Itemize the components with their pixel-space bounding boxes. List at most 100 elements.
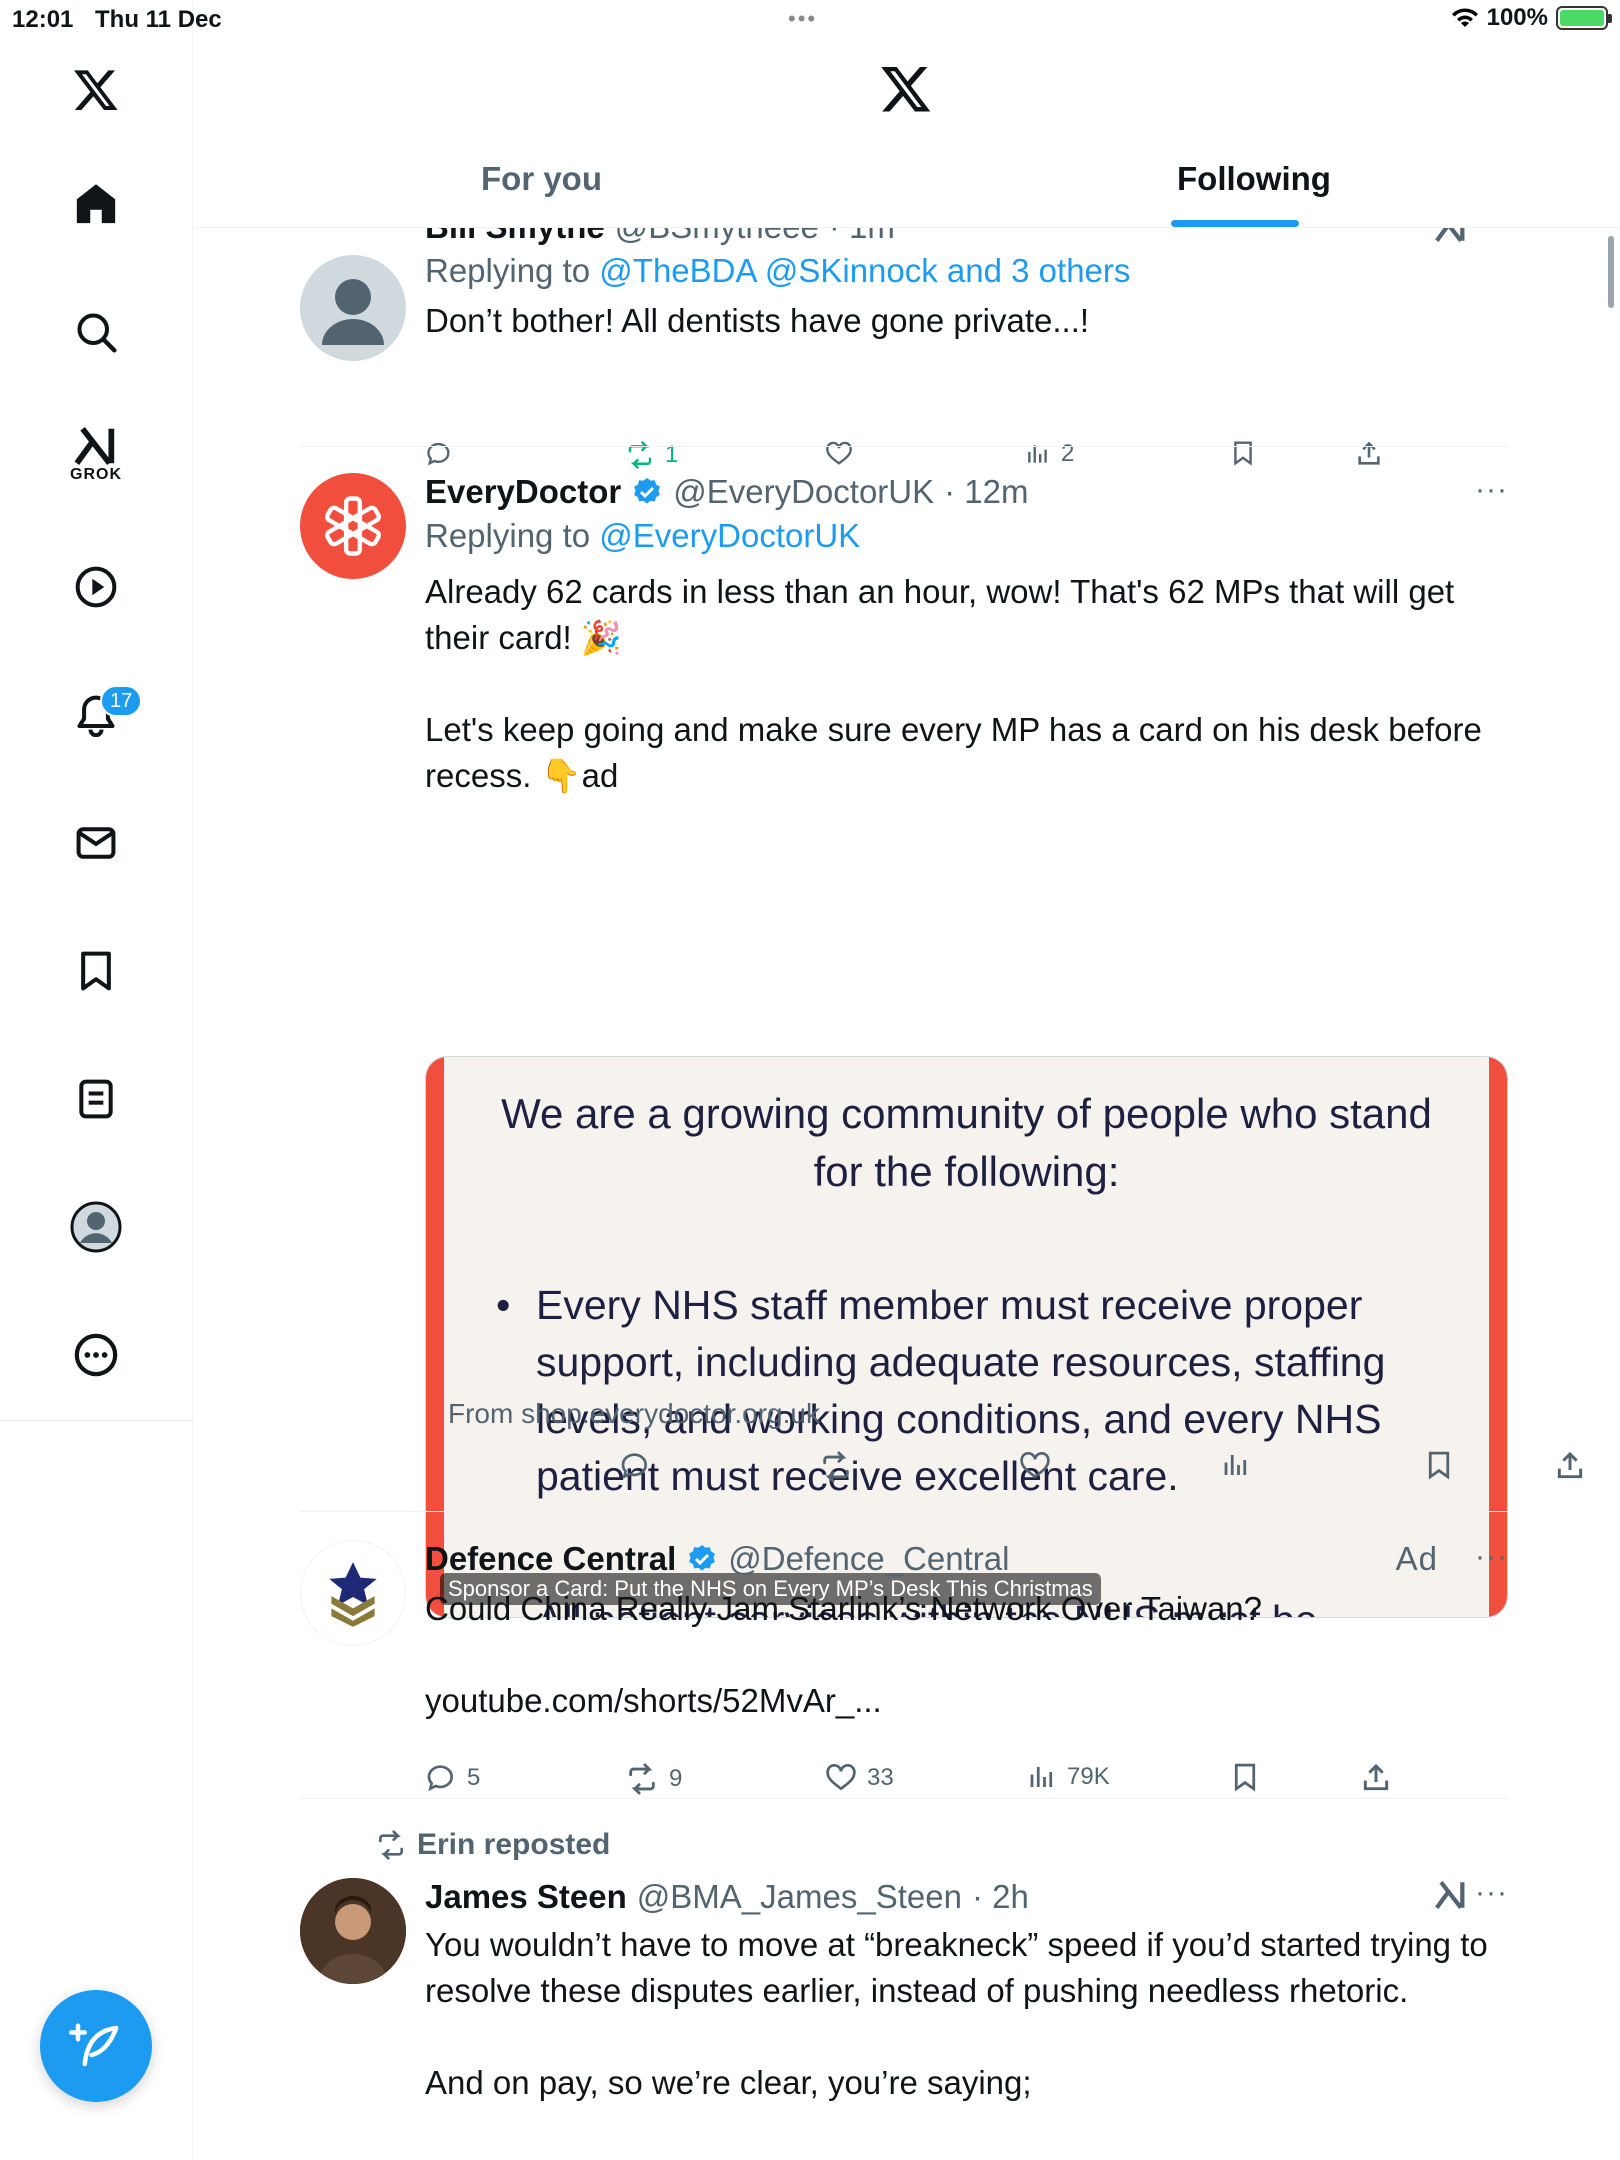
notifications-badge: 17 (100, 685, 143, 717)
heart-icon (826, 441, 852, 465)
tab-for-you[interactable]: For you (481, 160, 602, 198)
reply-button[interactable]: 5 (425, 1762, 480, 1794)
tweet[interactable]: Defence Central @Defence_Central Could C… (300, 1540, 1508, 1800)
retweet-icon (379, 1830, 403, 1860)
replying-prefix: Replying to (425, 517, 591, 554)
card-source[interactable]: From shop.everydoctor.org.uk (448, 1398, 820, 1430)
more-icon[interactable]: ··· (1475, 1540, 1508, 1574)
video-icon[interactable] (66, 557, 126, 617)
tweet-link[interactable]: youtube.com/shorts/52MvAr_... (425, 1678, 1508, 1724)
views-button[interactable] (1221, 1450, 1251, 1480)
avatar[interactable] (300, 255, 406, 361)
tweet-time: · 12m (944, 473, 1029, 510)
sidebar: GROK 17 (0, 0, 193, 2160)
author-name[interactable]: Bill Smythe (425, 228, 605, 246)
reply-button[interactable] (619, 1450, 651, 1482)
multitask-dots[interactable]: ••• (788, 6, 817, 32)
author-name[interactable]: EveryDoctor (425, 473, 621, 511)
share-button[interactable] (1554, 1450, 1586, 1482)
reposted-by[interactable]: Erin reposted (417, 1828, 610, 1862)
grok-icon[interactable]: GROK (66, 425, 126, 485)
reply-button[interactable] (425, 440, 453, 468)
profile-avatar-icon[interactable] (66, 1197, 126, 1257)
tweet-separator (300, 1798, 1508, 1799)
more-options-icon[interactable] (66, 1325, 126, 1385)
tweet-meta: Bill Smythe @BSmytheee · 1m (425, 228, 1508, 246)
tweet-text: Could China Really Jam Starlink’s Networ… (425, 1590, 1262, 1627)
tweet-separator (300, 1511, 1508, 1512)
x-logo-icon[interactable] (66, 60, 126, 120)
grok-icon[interactable] (1434, 1880, 1468, 1918)
tweet-text: Don’t bother! All dentists have gone pri… (425, 302, 1090, 339)
views-button[interactable]: 79K (1027, 1762, 1110, 1792)
replying-prefix: Replying to (425, 252, 591, 289)
like-count: 33 (867, 1764, 894, 1791)
author-handle[interactable]: @EveryDoctorUK (673, 473, 934, 511)
tweet-text: And on pay, so we’re clear, you’re sayin… (425, 2064, 1032, 2101)
more-icon[interactable]: ··· (1475, 228, 1508, 242)
share-button[interactable] (1355, 440, 1383, 468)
tweet-body: EveryDoctor @EveryDoctorUK · 12m Replyin… (425, 473, 1508, 799)
tweet[interactable]: EveryDoctor @EveryDoctorUK · 12m Replyin… (300, 473, 1508, 1618)
home-icon[interactable] (66, 174, 126, 234)
bookmarks-icon[interactable] (66, 941, 126, 1001)
author-name[interactable]: James Steen (425, 1878, 627, 1916)
tweet-text: Let's keep going and make sure every MP … (425, 711, 1482, 794)
grok-icon[interactable] (1434, 228, 1468, 251)
retweet-button[interactable] (819, 1450, 853, 1484)
tweet-time: · 2h (971, 1878, 1029, 1915)
share-icon (1363, 1763, 1389, 1791)
status-right: 100% (1451, 4, 1612, 32)
search-icon[interactable] (66, 302, 126, 362)
link-card[interactable]: We are a growing community of people who… (425, 1056, 1508, 1618)
tab-following[interactable]: Following (1177, 160, 1331, 198)
replying-to-link[interactable]: @EveryDoctorUK (599, 517, 860, 554)
tweet-separator (300, 446, 1508, 447)
retweet-icon (823, 1451, 849, 1483)
like-button[interactable] (825, 440, 853, 468)
bookmark-button[interactable] (1424, 1450, 1454, 1480)
grok-label: GROK (70, 466, 122, 483)
compose-icon (69, 2023, 119, 2067)
retweet-button[interactable]: 1 (625, 440, 678, 470)
author-handle[interactable]: @BSmytheee (615, 228, 819, 246)
retweet-count: 9 (669, 1765, 683, 1792)
author-handle[interactable]: @Defence_Central (728, 1540, 1009, 1578)
tweet-meta: EveryDoctor @EveryDoctorUK · 12m (425, 473, 1508, 511)
replying-to-link[interactable]: @TheBDA @SKinnock and 3 others (599, 252, 1130, 289)
tweet[interactable]: Erin reposted James Steen @BMA_James_Ste… (300, 1828, 1508, 2160)
avatar[interactable] (300, 1540, 406, 1646)
bookmark-button[interactable] (1230, 440, 1256, 466)
avatar[interactable] (300, 473, 406, 579)
like-button[interactable] (1019, 1450, 1051, 1482)
views-button[interactable]: 2 (1025, 440, 1074, 468)
messages-icon[interactable] (66, 813, 126, 873)
scrollbar[interactable] (1608, 236, 1614, 308)
retweet-button[interactable]: 9 (625, 1762, 682, 1796)
verified-badge-icon (686, 1543, 718, 1575)
more-icon[interactable]: ··· (1475, 1876, 1508, 1910)
author-handle[interactable]: @BMA_James_Steen (637, 1878, 962, 1916)
tweet-meta: Defence Central @Defence_Central (425, 1540, 1508, 1578)
views-icon (1224, 1455, 1247, 1475)
replying-line: Replying to @TheBDA @SKinnock and 3 othe… (425, 252, 1508, 290)
avatar[interactable] (300, 1878, 406, 1984)
ad-label: Ad (1395, 1540, 1438, 1577)
reply-icon (427, 1765, 454, 1792)
bookmark-icon (1428, 1451, 1450, 1480)
tweet-actions (619, 1450, 1620, 1490)
lists-icon[interactable] (66, 1069, 126, 1129)
like-button[interactable]: 33 (825, 1762, 894, 1794)
tweet-time: · 1m (829, 228, 895, 246)
x-logo-icon[interactable] (879, 62, 933, 121)
share-button[interactable] (1360, 1762, 1392, 1794)
battery-percent: 100% (1486, 4, 1548, 31)
compose-button[interactable] (40, 1990, 152, 2102)
author-name[interactable]: Defence Central (425, 1540, 676, 1578)
more-icon[interactable]: ··· (1475, 473, 1508, 507)
wifi-icon (1451, 8, 1478, 27)
tweet-actions: 5 9 33 79K (425, 1762, 1508, 1802)
timeline-feed[interactable]: Bill Smythe @BSmytheee · 1m Replying to … (194, 228, 1620, 2160)
tweet[interactable]: Bill Smythe @BSmytheee · 1m Replying to … (300, 228, 1508, 470)
bookmark-button[interactable] (1230, 1762, 1260, 1792)
